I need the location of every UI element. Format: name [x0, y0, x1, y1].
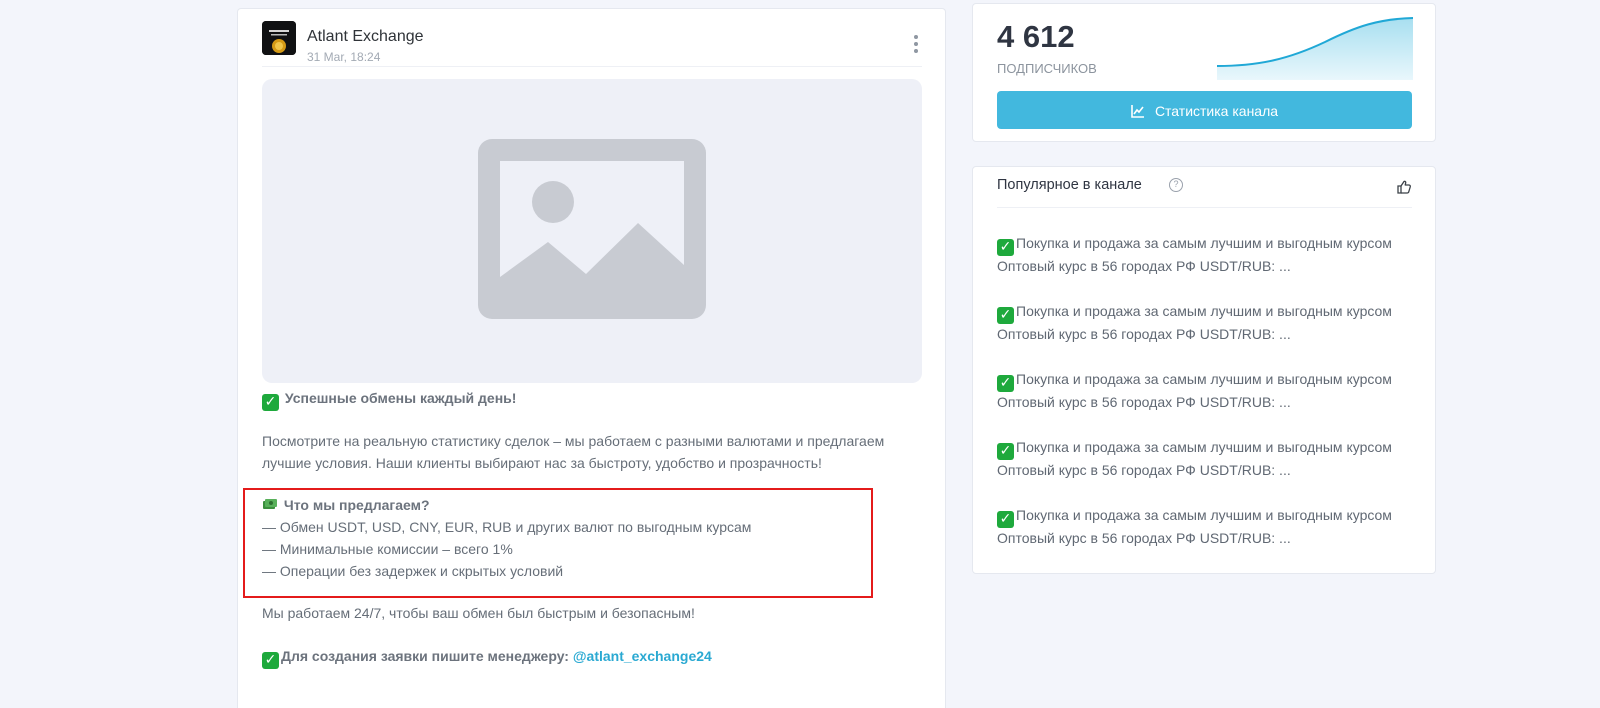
popular-post-preview-line: Оптовый курс в 56 городах РФ USDT/RUB: .… — [997, 326, 1291, 342]
popular-title: Популярное в канале — [997, 177, 1142, 193]
question-circle-icon[interactable]: ? — [1169, 178, 1183, 192]
highlight-annotation-box — [243, 488, 873, 598]
check-mark-emoji: ✓ — [997, 307, 1014, 324]
popular-header: Популярное в канале ? — [997, 177, 1412, 208]
popular-post-title-line: ✓ Покупка и продажа за самым лучшим и выг… — [997, 437, 1417, 460]
post-intro-line-2: лучшие условия. Наши клиенты выбирают на… — [262, 455, 822, 471]
popular-post-preview-line: Оптовый курс в 56 городах РФ USDT/RUB: .… — [997, 530, 1291, 546]
popular-post-item[interactable]: ✓ Покупка и продажа за самым лучшим и выг… — [997, 369, 1417, 437]
post-headline: ✓ Успешные обмены каждый день! — [262, 387, 516, 411]
check-mark-emoji: ✓ — [262, 652, 279, 669]
channel-stats-card: 4 612 ПОДПИСЧИКОВ Статистика канала — [972, 3, 1436, 142]
channel-statistics-button[interactable]: Статистика канала — [997, 91, 1412, 129]
popular-posts-list: ✓ Покупка и продажа за самым лучшим и выг… — [997, 233, 1417, 573]
manager-mention-link[interactable]: @atlant_exchange24 — [573, 648, 712, 664]
channel-avatar[interactable] — [262, 21, 296, 55]
popular-post-preview-line: Оптовый курс в 56 городах РФ USDT/RUB: .… — [997, 258, 1291, 274]
post-header: Atlant Exchange 31 Mar, 18:24 — [262, 21, 922, 67]
cta-text: Для создания заявки пишите менеджеру: — [281, 648, 573, 664]
image-placeholder-icon — [478, 139, 706, 319]
popular-post-title-line: ✓ Покупка и продажа за самым лучшим и выг… — [997, 233, 1417, 256]
subscriber-count: 4 612 — [997, 19, 1075, 54]
popular-post-title-line: ✓ Покупка и продажа за самым лучшим и выг… — [997, 505, 1417, 528]
popular-post-title-line: ✓ Покупка и продажа за самым лучшим и выг… — [997, 369, 1417, 392]
more-vertical-icon[interactable] — [910, 35, 922, 55]
popular-post-preview-line: Оптовый курс в 56 городах РФ USDT/RUB: .… — [997, 394, 1291, 410]
post-closing: Мы работаем 24/7, чтобы ваш обмен был бы… — [262, 605, 695, 621]
popular-post-preview-line: Оптовый курс в 56 городах РФ USDT/RUB: .… — [997, 462, 1291, 478]
popular-post-title-line: ✓ Покупка и продажа за самым лучшим и выг… — [997, 301, 1417, 324]
thumb-up-icon[interactable] — [1396, 179, 1412, 195]
post-media-placeholder[interactable] — [262, 79, 922, 383]
post-intro-line-1: Посмотрите на реальную статистику сделок… — [262, 433, 885, 449]
post-cta: ✓ Для создания заявки пишите менеджеру: @… — [262, 645, 712, 669]
check-mark-emoji: ✓ — [997, 443, 1014, 460]
channel-name[interactable]: Atlant Exchange — [307, 28, 424, 46]
check-mark-emoji: ✓ — [997, 511, 1014, 528]
line-chart-icon — [1131, 105, 1144, 118]
popular-post-item[interactable]: ✓ Покупка и продажа за самым лучшим и выг… — [997, 437, 1417, 505]
post-card: Atlant Exchange 31 Mar, 18:24 ✓ Успешные… — [237, 8, 946, 708]
popular-post-item[interactable]: ✓ Покупка и продажа за самым лучшим и выг… — [997, 233, 1417, 301]
check-mark-emoji: ✓ — [262, 394, 279, 411]
subscriber-label: ПОДПИСЧИКОВ — [997, 61, 1097, 76]
popular-post-item[interactable]: ✓ Покупка и продажа за самым лучшим и выг… — [997, 301, 1417, 369]
post-date: 31 Mar, 18:24 — [307, 50, 381, 64]
avatar-image — [262, 21, 296, 55]
headline-text: Успешные обмены каждый день! — [284, 390, 517, 406]
popular-posts-card: Популярное в канале ? ✓ Покупка и продажа… — [972, 166, 1436, 574]
check-mark-emoji: ✓ — [997, 375, 1014, 392]
channel-statistics-label: Статистика канала — [1154, 103, 1279, 119]
popular-post-item[interactable]: ✓ Покупка и продажа за самым лучшим и выг… — [997, 505, 1417, 573]
subscriber-sparkline — [1217, 17, 1413, 80]
check-mark-emoji: ✓ — [997, 239, 1014, 256]
